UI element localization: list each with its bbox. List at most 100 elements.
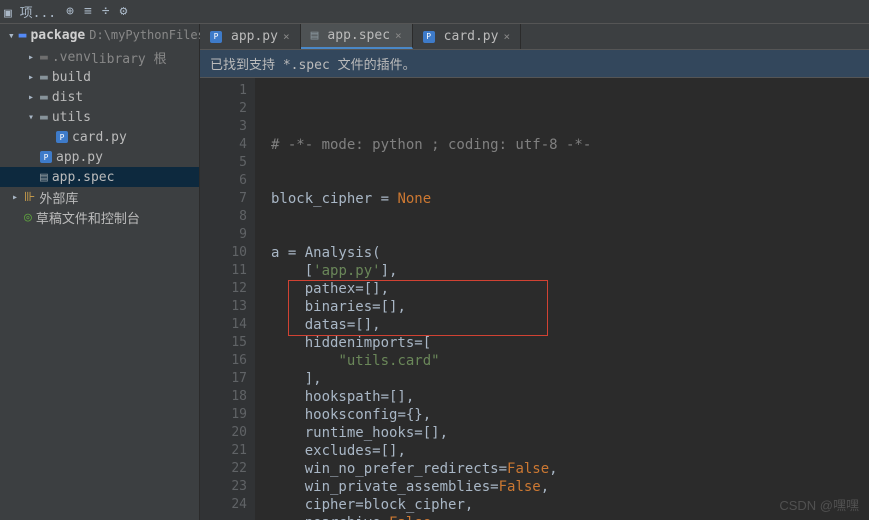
tree-item-app-py[interactable]: Papp.py — [0, 147, 199, 167]
line-number: 14 — [200, 316, 247, 334]
expand-icon[interactable]: ≡ — [84, 4, 92, 19]
folder-icon: ▬ — [40, 90, 48, 105]
library-icon: ⊪ — [24, 190, 35, 205]
line-number: 19 — [200, 406, 247, 424]
close-icon[interactable]: × — [395, 29, 402, 42]
tree-item-label: card.py — [72, 130, 127, 145]
folder-icon: ▬ — [40, 70, 48, 85]
project-root[interactable]: ▾ ▬ package D:\myPythonFiles — [0, 24, 199, 47]
tree-item-app-spec[interactable]: ▤ app.spec — [0, 167, 199, 187]
line-number: 22 — [200, 460, 247, 478]
spec-file-icon: ▤ — [311, 28, 319, 43]
line-number: 13 — [200, 298, 247, 316]
code-line[interactable]: hiddenimports=[ — [271, 334, 869, 352]
line-number: 21 — [200, 442, 247, 460]
tab-label: app.spec — [327, 28, 390, 43]
toolbar: ▣ 项... ⊕ ≡ ÷ ⚙ — [0, 0, 869, 24]
code-line[interactable]: runtime_hooks=[], — [271, 424, 869, 442]
code-area[interactable]: # -*- mode: python ; coding: utf-8 -*- bl… — [255, 78, 869, 520]
line-number: 10 — [200, 244, 247, 262]
tree-item-dist[interactable]: ▸▬ dist — [0, 87, 199, 107]
code-line[interactable]: ['app.py'], — [271, 262, 869, 280]
line-number: 12 — [200, 280, 247, 298]
target-icon[interactable]: ⊕ — [66, 4, 74, 19]
code-line[interactable]: noarchive=False, — [271, 514, 869, 520]
code-line[interactable]: "utils.card" — [271, 352, 869, 370]
line-number: 8 — [200, 208, 247, 226]
line-number: 17 — [200, 370, 247, 388]
python-file-icon: P — [56, 131, 68, 143]
tree-item-label: utils — [52, 110, 91, 125]
plugin-notice[interactable]: 已找到支持 *.spec 文件的插件。 — [200, 50, 869, 78]
line-number: 15 — [200, 334, 247, 352]
tab-label: card.py — [444, 29, 499, 44]
folder-icon: ▬ — [40, 110, 48, 125]
chevron-right-icon: ▸ — [12, 192, 24, 203]
code-line[interactable] — [271, 208, 869, 226]
chevron-right-icon: ▸ — [28, 92, 40, 103]
chevron-down-icon: ▾ — [28, 112, 40, 123]
tree-item-suffix: library 根 — [91, 48, 167, 67]
close-icon[interactable]: × — [283, 30, 290, 43]
code-line[interactable]: ], — [271, 370, 869, 388]
tab-app-spec[interactable]: ▤ app.spec × — [301, 24, 413, 49]
python-file-icon: P — [423, 31, 435, 43]
scratch-icon: ◎ — [24, 210, 32, 225]
tree-item--venv[interactable]: ▸▬.venv library 根 — [0, 47, 199, 67]
external-libraries[interactable]: ▸ ⊪ 外部库 — [0, 187, 199, 207]
editor-tabs: Papp.py× ▤ app.spec × Pcard.py × — [200, 24, 869, 50]
code-line[interactable] — [271, 172, 869, 190]
package-path: D:\myPythonFiles — [89, 28, 205, 42]
tree-item-label: dist — [52, 90, 83, 105]
python-file-icon: P — [40, 151, 52, 163]
tree-item-label: build — [52, 70, 91, 85]
package-name: package — [30, 28, 85, 43]
line-number: 6 — [200, 172, 247, 190]
line-number: 11 — [200, 262, 247, 280]
code-line[interactable]: block_cipher = None — [271, 190, 869, 208]
code-line[interactable]: datas=[], — [271, 316, 869, 334]
code-line[interactable]: binaries=[], — [271, 298, 869, 316]
line-number: 24 — [200, 496, 247, 514]
tree-item-utils[interactable]: ▾▬ utils — [0, 107, 199, 127]
collapse-icon[interactable]: ÷ — [102, 4, 110, 19]
tree-item-label: app.spec — [52, 170, 115, 185]
line-number: 5 — [200, 154, 247, 172]
editor-body: 123456789101112131415161718192021222324 … — [200, 78, 869, 520]
code-line[interactable]: win_no_prefer_redirects=False, — [271, 460, 869, 478]
line-number: 23 — [200, 478, 247, 496]
line-number: 1 — [200, 82, 247, 100]
external-lib-label: 外部库 — [39, 188, 78, 207]
code-line[interactable] — [271, 226, 869, 244]
line-number: 9 — [200, 226, 247, 244]
watermark: CSDN @嘿嘿 — [779, 495, 859, 514]
scratches[interactable]: ◎ 草稿文件和控制台 — [0, 207, 199, 227]
code-line[interactable] — [271, 154, 869, 172]
tab-card-py[interactable]: Pcard.py × — [413, 24, 521, 49]
tree-item-build[interactable]: ▸▬build — [0, 67, 199, 87]
tab-app-py[interactable]: Papp.py× — [200, 24, 301, 49]
code-line[interactable]: a = Analysis( — [271, 244, 869, 262]
folder-icon: ▬ — [40, 50, 48, 65]
line-number: 7 — [200, 190, 247, 208]
code-line[interactable]: hooksconfig={}, — [271, 406, 869, 424]
project-menu[interactable]: ▣ 项... — [4, 2, 56, 21]
code-line[interactable]: # -*- mode: python ; coding: utf-8 -*- — [271, 136, 869, 154]
close-icon[interactable]: × — [503, 30, 510, 43]
spec-file-icon: ▤ — [40, 170, 48, 185]
line-number: 2 — [200, 100, 247, 118]
tree-item-card-py[interactable]: Pcard.py — [0, 127, 199, 147]
code-line[interactable]: excludes=[], — [271, 442, 869, 460]
line-number: 20 — [200, 424, 247, 442]
scratches-label: 草稿文件和控制台 — [36, 208, 140, 227]
line-gutter: 123456789101112131415161718192021222324 — [200, 78, 255, 520]
line-number: 4 — [200, 136, 247, 154]
gear-icon[interactable]: ⚙ — [120, 4, 128, 19]
code-line[interactable]: hookspath=[], — [271, 388, 869, 406]
python-file-icon: P — [210, 31, 222, 43]
code-line[interactable]: win_private_assemblies=False, — [271, 478, 869, 496]
project-tree: ▸▬.venv library 根▸▬build▸▬dist▾▬utilsPca… — [0, 47, 199, 187]
chevron-right-icon: ▸ — [28, 52, 40, 63]
chevron-down-icon: ▾ — [8, 29, 15, 42]
code-line[interactable]: pathex=[], — [271, 280, 869, 298]
